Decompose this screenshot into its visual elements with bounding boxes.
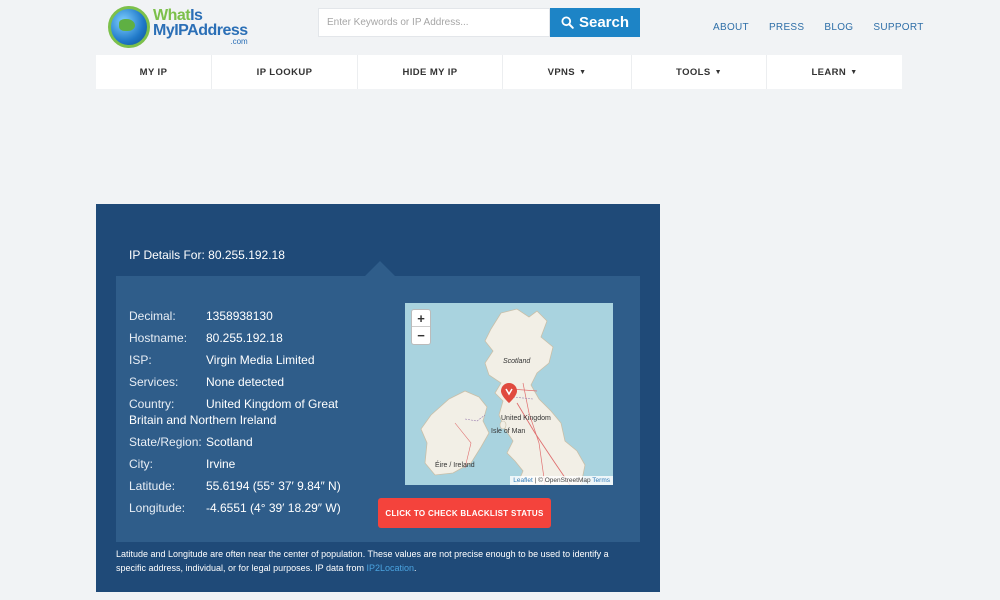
location-marker-icon[interactable]: [501, 383, 517, 403]
site-logo[interactable]: WhatIs MyIPAddress .com: [108, 4, 258, 50]
site-header: WhatIs MyIPAddress .com Search ABOUT PRE…: [0, 0, 1000, 52]
top-link-blog[interactable]: BLOG: [824, 22, 853, 33]
detail-row-city: City: Irvine: [129, 457, 236, 471]
ip2location-link[interactable]: IP2Location: [366, 563, 414, 573]
detail-row-hostname: Hostname: 80.255.192.18: [129, 331, 283, 345]
zoom-out-button[interactable]: −: [412, 327, 430, 344]
nav-hide-my-ip[interactable]: HIDE MY IP: [358, 55, 503, 89]
top-link-press[interactable]: PRESS: [769, 22, 804, 33]
caret-down-icon: ▼: [714, 68, 722, 76]
detail-row-isp: ISP: Virgin Media Limited: [129, 353, 315, 367]
caret-down-icon: ▼: [850, 68, 858, 76]
caret-down-icon: ▼: [579, 68, 587, 76]
search-bar: Search: [318, 8, 640, 37]
search-button[interactable]: Search: [550, 8, 640, 37]
nav-ip-lookup[interactable]: IP LOOKUP: [212, 55, 358, 89]
panel-notch: [365, 261, 395, 276]
panel-title: IP Details For: 80.255.192.18: [129, 248, 285, 262]
nav-learn[interactable]: LEARN ▼: [767, 55, 902, 89]
nav-vpns[interactable]: VPNS ▼: [503, 55, 632, 89]
map-label-isle-of-man: Isle of Man: [491, 428, 526, 435]
check-blacklist-button[interactable]: CLICK TO CHECK BLACKLIST STATUS: [378, 498, 551, 528]
detail-row-decimal: Decimal: 1358938130: [129, 309, 273, 323]
disclaimer-note: Latitude and Longitude are often near th…: [116, 549, 609, 573]
map-label-ireland: Éire / Ireland: [435, 462, 475, 469]
zoom-in-button[interactable]: +: [412, 310, 430, 327]
details-list: Decimal: 1358938130 Hostname: 80.255.192.1…: [129, 308, 359, 522]
map-attribution: Leaflet | © OpenStreetMap Terms: [510, 476, 613, 485]
detail-row-country: Country: United Kingdom of Great Britain …: [129, 397, 339, 427]
search-input[interactable]: [318, 8, 550, 37]
top-links: ABOUT PRESS BLOG SUPPORT: [713, 22, 944, 33]
leaflet-link[interactable]: Leaflet: [513, 477, 533, 484]
ip-details-panel: IP Details For: 80.255.192.18 Decimal: 13…: [96, 204, 660, 592]
nav-my-ip[interactable]: MY IP: [96, 55, 212, 89]
details-box: Decimal: 1358938130 Hostname: 80.255.192.1…: [116, 276, 640, 542]
top-link-support[interactable]: SUPPORT: [873, 22, 923, 33]
nav-tools[interactable]: TOOLS ▼: [632, 55, 767, 89]
ip-address: 80.255.192.18: [208, 248, 285, 262]
terms-link[interactable]: Terms: [592, 477, 610, 484]
search-icon: [561, 16, 574, 29]
location-map[interactable]: + − Scotland United Kingdom Isle of Man …: [405, 303, 613, 485]
detail-row-services: Services: None detected: [129, 375, 285, 389]
detail-row-region: State/Region: Scotland: [129, 435, 253, 449]
map-zoom-control: + −: [411, 309, 431, 345]
globe-icon: [108, 6, 150, 48]
detail-row-longitude: Longitude: -4.6551 (4° 39′ 18.29″ W): [129, 501, 341, 515]
main-nav: MY IP IP LOOKUP HIDE MY IP VPNS ▼ TOOLS ▼ …: [96, 55, 902, 89]
map-label-uk: United Kingdom: [501, 415, 551, 422]
top-link-about[interactable]: ABOUT: [713, 22, 749, 33]
detail-row-latitude: Latitude: 55.6194 (55° 37′ 9.84″ N): [129, 479, 341, 493]
map-label-scotland: Scotland: [503, 358, 531, 365]
